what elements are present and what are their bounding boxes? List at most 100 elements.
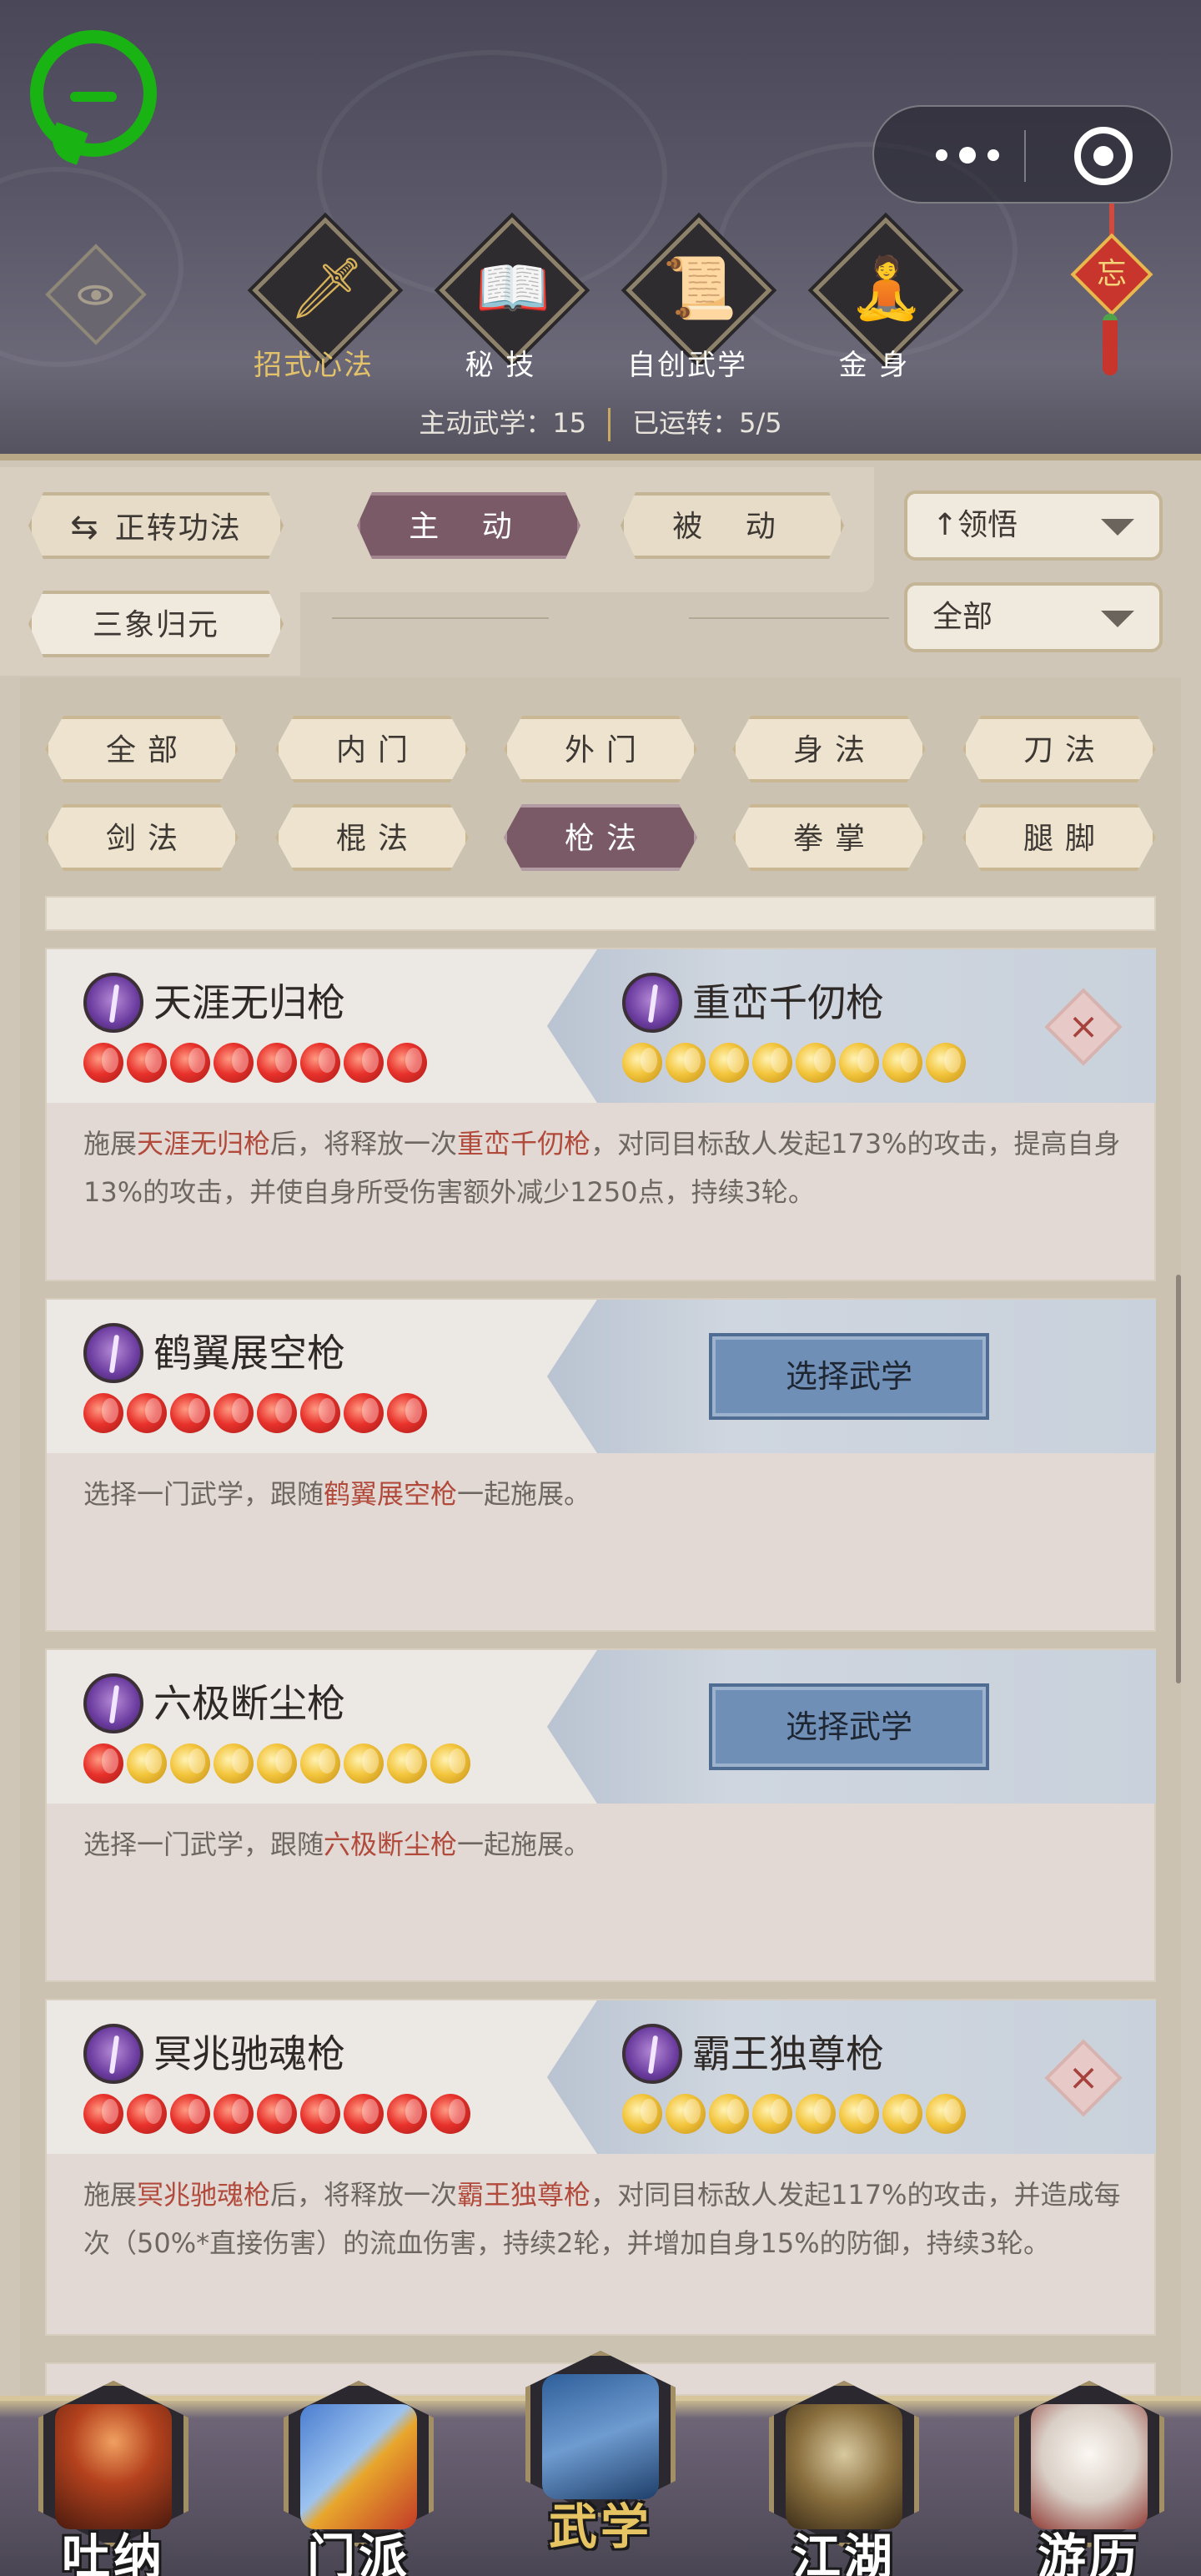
category-leg[interactable]: 腿脚: [962, 804, 1156, 871]
skill-description: 施展冥兆驰魂枪后，将释放一次霸王独尊枪，对同目标敌人发起117%的攻击，并造成每…: [83, 2171, 1126, 2267]
skill-combo-card[interactable]: 六极断尘枪 选择武学 选择一门武学，跟随六极断尘枪一起施展。: [45, 1648, 1156, 1982]
category-staff[interactable]: 棍法: [275, 804, 469, 871]
active-skills-button[interactable]: 主 动: [357, 492, 580, 559]
category-outer[interactable]: 外门: [504, 716, 697, 782]
primary-skill-slot[interactable]: 鹤翼展空枪: [47, 1300, 597, 1453]
list-top-edge: [45, 896, 1156, 931]
gold-level-pip: [214, 1743, 254, 1784]
skill-combo-card[interactable]: 冥兆驰魂枪 霸王独尊枪 × 施展冥兆驰魂枪后，将释放一次霸王独尊枪，对同目标敌人…: [45, 1999, 1156, 2336]
switch-method-button[interactable]: ⇆ 正转功法: [28, 492, 284, 559]
scrollbar[interactable]: [1176, 1275, 1181, 1683]
gold-level-pip: [430, 1743, 470, 1784]
red-level-pip: [387, 1043, 427, 1083]
tab-moves-methods[interactable]: 🗡 招式心法: [237, 217, 399, 385]
skill-description: 选择一门武学，跟随鹤翼展空枪一起施展。: [83, 1470, 1126, 1518]
tab-golden-body[interactable]: 🧘 金 身: [797, 217, 959, 385]
gold-level-pip: [752, 1043, 792, 1083]
meditation-icon: 🧘: [849, 253, 924, 323]
skill-combo-card[interactable]: 鹤翼展空枪 选择武学 选择一门武学，跟随鹤翼展空枪一起施展。: [45, 1298, 1156, 1632]
bottom-nav: 吐纳 门派 武学 江湖 游历: [0, 2351, 1201, 2576]
category-inner[interactable]: 内门: [275, 716, 469, 782]
red-level-pip: [83, 1393, 123, 1433]
tab-self-created[interactable]: 📜 自创武学: [611, 217, 772, 385]
red-level-pip: [344, 2094, 384, 2134]
skill-level-pips: [622, 2094, 966, 2134]
description-text: 一起施展。: [457, 1829, 591, 1860]
filter-area: ⇆ 正转功法 主 动 被 动 三象归元 ↑领悟 全部: [0, 467, 1201, 676]
nav-breathing[interactable]: 吐纳: [32, 2364, 195, 2576]
tab-secret-skills[interactable]: 📖 秘 技: [424, 217, 585, 385]
red-level-pip: [83, 1043, 123, 1083]
highlighted-skill-name: 天涯无归枪: [137, 1128, 271, 1160]
category-footwork[interactable]: 身法: [732, 716, 926, 782]
tab-label: 招式心法: [254, 349, 374, 382]
capsule-divider: [1024, 130, 1026, 182]
nav-label: 武学: [548, 2498, 652, 2555]
gold-level-pip: [300, 1743, 340, 1784]
primary-skill-name: 冥兆驰魂枪: [153, 2031, 345, 2076]
gold-level-pip: [709, 2094, 749, 2134]
scope-dropdown-value: 全部: [932, 600, 993, 634]
sanxiang-button[interactable]: 三象归元: [28, 591, 284, 657]
category-blade[interactable]: 刀法: [962, 716, 1156, 782]
gold-level-pip: [926, 1043, 966, 1083]
sort-dropdown[interactable]: ↑领悟: [904, 491, 1163, 561]
skill-combo-card[interactable]: 天涯无归枪 重峦千仞枪 × 施展天涯无归枪后，将释放一次重峦千仞枪，对同目标敌人…: [45, 948, 1156, 1281]
red-level-pip: [300, 1043, 340, 1083]
nav-martial[interactable]: 武学: [519, 2334, 682, 2555]
book-icon: 📖: [475, 253, 550, 323]
red-level-pip: [214, 1393, 254, 1433]
hat-icon: [786, 2404, 902, 2529]
close-program-icon[interactable]: [1074, 127, 1133, 185]
red-level-pip: [170, 1393, 210, 1433]
close-icon: ×: [1068, 1005, 1099, 1048]
scope-dropdown[interactable]: 全部: [904, 582, 1163, 652]
chinese-knot-ornament[interactable]: 忘: [1070, 204, 1153, 379]
highlighted-skill-name: 霸王独尊枪: [457, 2179, 591, 2211]
nav-travel[interactable]: 游历: [1008, 2364, 1171, 2576]
primary-skill-name: 鹤翼展空枪: [153, 1331, 345, 1376]
skill-level-pips: [83, 2094, 470, 2134]
eye-icon: [78, 284, 113, 305]
select-martial-button[interactable]: 选择武学: [709, 1333, 989, 1420]
primary-skill-slot[interactable]: 六极断尘枪: [47, 1650, 597, 1804]
linked-skill-name: 霸王独尊枪: [692, 2031, 884, 2076]
description-text: 后，将释放一次: [270, 2179, 458, 2211]
sword-icon: 🗡: [289, 253, 365, 323]
primary-skill-slot[interactable]: 冥兆驰魂枪: [47, 2000, 597, 2154]
tab-label: 秘 技: [465, 349, 536, 382]
mini-program-capsule: [872, 105, 1173, 204]
red-level-pip: [387, 1393, 427, 1433]
primary-skill-name: 六极断尘枪: [153, 1681, 345, 1726]
primary-skill-name: 天涯无归枪: [153, 980, 345, 1025]
spear-skill-icon: [83, 1323, 143, 1383]
category-all[interactable]: 全部: [45, 716, 239, 782]
category-fist[interactable]: 拳掌: [732, 804, 926, 871]
arrow-up-icon: ↑: [932, 508, 958, 542]
description-text: 施展: [83, 2179, 138, 2211]
chevron-down-icon: [1101, 519, 1134, 536]
category-spear[interactable]: 枪法: [504, 804, 697, 871]
chevron-down-icon: [1101, 611, 1134, 627]
skill-level-pips: [83, 1393, 427, 1433]
more-icon[interactable]: [917, 140, 1018, 170]
spear-skill-icon: [622, 2024, 682, 2084]
nav-label: 江湖: [791, 2528, 896, 2576]
passive-skills-button[interactable]: 被 动: [621, 492, 844, 559]
spear-skill-icon: [622, 973, 682, 1033]
highlighted-skill-name: 六极断尘枪: [324, 1829, 458, 1860]
category-sword[interactable]: 剑法: [45, 804, 239, 871]
nav-jianghu[interactable]: 江湖: [762, 2364, 926, 2576]
primary-skill-slot[interactable]: 天涯无归枪: [47, 949, 597, 1103]
spear-skill-icon: [83, 2024, 143, 2084]
skill-description: 施展天涯无归枪后，将释放一次重峦千仞枪，对同目标敌人发起173%的攻击，提高自身…: [83, 1119, 1126, 1216]
martial-stats: 主动武学：15 已运转：5/5: [0, 402, 1201, 441]
select-martial-button[interactable]: 选择武学: [709, 1683, 989, 1770]
red-level-pip: [257, 1043, 297, 1083]
wechat-mini-program-icon[interactable]: [30, 30, 157, 157]
nav-sect[interactable]: 门派: [277, 2364, 440, 2576]
highlighted-skill-name: 鹤翼展空枪: [324, 1478, 458, 1510]
sort-dropdown-value: 领悟: [957, 508, 1018, 542]
gold-level-pip: [796, 2094, 836, 2134]
skill-level-pips: [622, 1043, 966, 1083]
